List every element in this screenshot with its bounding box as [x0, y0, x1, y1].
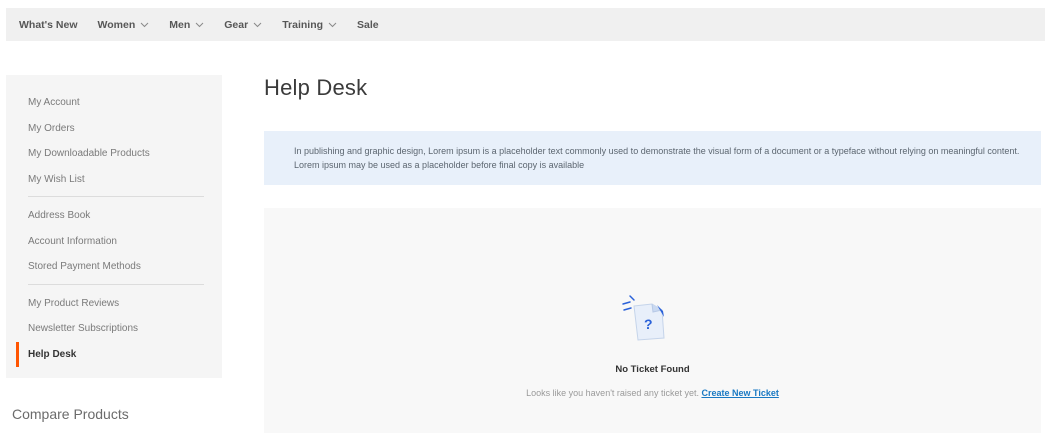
info-notice: In publishing and graphic design, Lorem … [264, 131, 1041, 185]
sidebar-group-account: My Account My Orders My Downloadable Pro… [6, 90, 222, 192]
sidebar-item-address-book[interactable]: Address Book [18, 203, 210, 229]
nav-label: Sale [357, 18, 379, 31]
chevron-down-icon [328, 22, 337, 27]
compare-products-title: Compare Products [12, 406, 129, 422]
empty-state-text: Looks like you haven't raised any ticket… [526, 388, 699, 398]
nav-label: Men [169, 18, 191, 31]
nav-label: What's New [19, 18, 78, 31]
sidebar-item-stored-payment-methods[interactable]: Stored Payment Methods [18, 254, 210, 280]
sidebar-item-my-account[interactable]: My Account [18, 90, 210, 116]
page-title: Help Desk [264, 75, 368, 100]
create-new-ticket-link[interactable]: Create New Ticket [701, 388, 778, 398]
nav-item-sale[interactable]: Sale [357, 19, 379, 31]
sidebar-divider [28, 196, 204, 197]
nav-item-men[interactable]: Men [169, 19, 204, 31]
sidebar-item-account-information[interactable]: Account Information [18, 229, 210, 255]
chevron-down-icon [140, 22, 149, 27]
nav-label: Gear [224, 18, 249, 31]
chevron-down-icon [195, 22, 204, 27]
sidebar-group-info: Address Book Account Information Stored … [6, 203, 222, 280]
account-sidebar: My Account My Orders My Downloadable Pro… [6, 75, 222, 378]
top-navigation: What's New Women Men Gear Training Sale [6, 8, 1045, 41]
nav-item-training[interactable]: Training [282, 19, 337, 31]
nav-item-women[interactable]: Women [98, 19, 150, 31]
sidebar-item-wish-list[interactable]: My Wish List [18, 167, 210, 193]
svg-text:?: ? [644, 316, 653, 332]
sidebar-item-my-orders[interactable]: My Orders [18, 116, 210, 142]
sidebar-divider [28, 283, 204, 285]
sidebar-item-product-reviews[interactable]: My Product Reviews [18, 291, 210, 317]
nav-item-whats-new[interactable]: What's New [19, 19, 78, 31]
sidebar-item-downloadable-products[interactable]: My Downloadable Products [18, 141, 210, 167]
sidebar-item-newsletter-subscriptions[interactable]: Newsletter Subscriptions [18, 316, 210, 342]
nav-item-gear[interactable]: Gear [224, 19, 262, 31]
nav-label: Women [97, 18, 136, 31]
empty-state-message: Looks like you haven't raised any ticket… [264, 388, 1041, 398]
sidebar-group-other: My Product Reviews Newsletter Subscripti… [6, 291, 222, 367]
sidebar-item-help-desk[interactable]: Help Desk [16, 341, 210, 367]
nav-label: Training [282, 18, 324, 31]
empty-state-title: No Ticket Found [615, 364, 690, 375]
chevron-down-icon [253, 22, 262, 27]
ticket-question-icon: ? [622, 295, 665, 341]
tickets-panel: ? No Ticket Found Looks like you haven't… [264, 208, 1041, 433]
